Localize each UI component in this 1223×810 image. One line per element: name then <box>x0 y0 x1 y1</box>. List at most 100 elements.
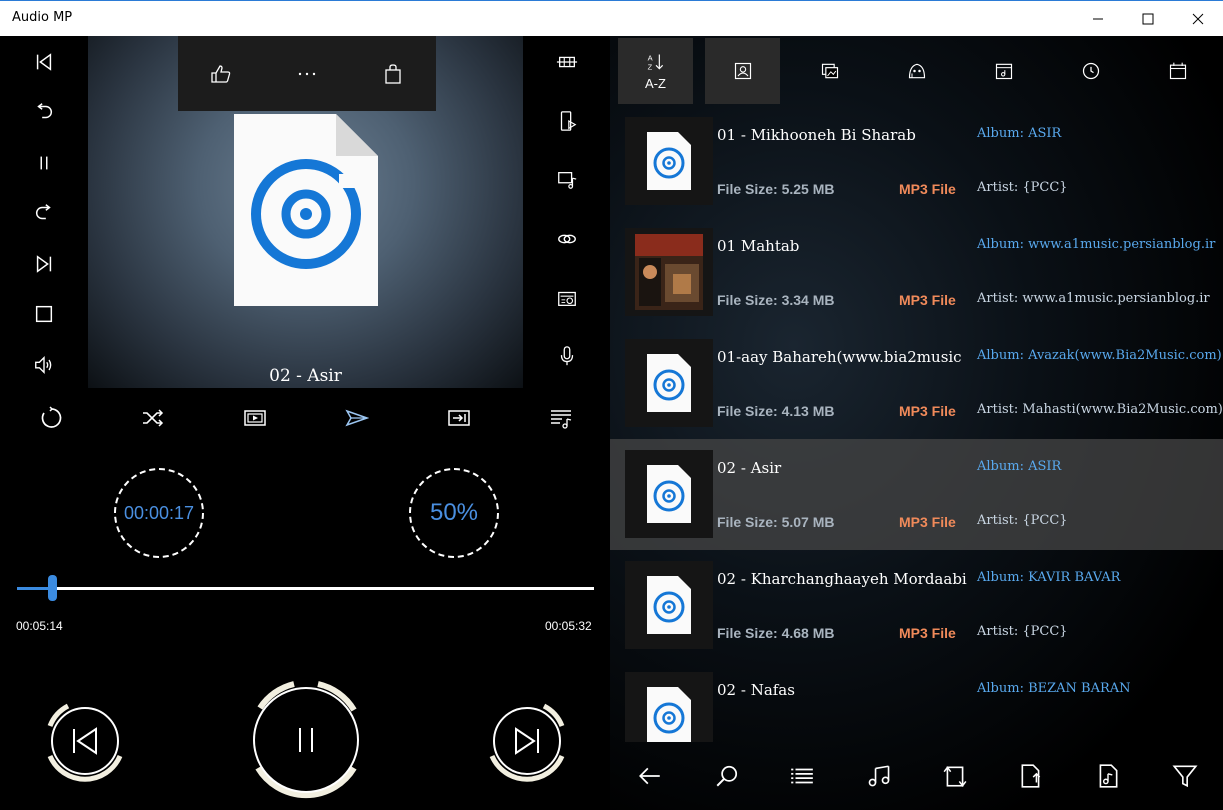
tab-genres[interactable] <box>879 38 954 104</box>
svg-text:Z: Z <box>647 62 652 71</box>
stop-button[interactable] <box>24 294 64 334</box>
volume-dial[interactable]: 50% <box>409 468 499 558</box>
maximize-button[interactable] <box>1123 1 1173 36</box>
track-name: 01 - Mikhooneh Bi Sharab <box>717 126 916 144</box>
list-icon <box>791 768 813 784</box>
next-track-button[interactable] <box>480 694 574 788</box>
genre-icon <box>908 63 925 79</box>
play-pause-button[interactable] <box>238 672 374 808</box>
track-album: Album: Avazak(www.Bia2Music.com) <box>977 348 1222 363</box>
send-button[interactable] <box>337 398 377 438</box>
microphone-button[interactable] <box>547 336 587 376</box>
more-options-button[interactable] <box>287 54 327 94</box>
track-name: 01 Mahtab <box>717 237 800 255</box>
list-view-button[interactable] <box>782 756 822 796</box>
skip-to-start-button[interactable] <box>24 42 64 82</box>
track-name: 02 - Nafas <box>717 681 795 699</box>
volume-button[interactable] <box>24 345 64 385</box>
sort-az-icon: AZ <box>647 53 663 71</box>
minimize-button[interactable] <box>1073 1 1123 36</box>
track-type: MP3 File <box>899 625 956 641</box>
track-name: 02 - Asir <box>717 459 782 477</box>
track-name: 01-aay Bahareh(www.bia2music <box>717 348 962 366</box>
music-video-icon <box>558 172 577 189</box>
tab-albums[interactable] <box>792 38 867 104</box>
music-button[interactable] <box>859 756 899 796</box>
pause-small-button[interactable] <box>24 143 64 183</box>
tab-artists[interactable] <box>705 38 780 104</box>
list-item-selected[interactable]: 02 - Asir File Size: 5.07 MB MP3 File Al… <box>610 439 1223 550</box>
next-track-icon <box>489 703 565 782</box>
cut-button[interactable] <box>547 42 587 82</box>
close-icon <box>1192 13 1204 24</box>
film-cut-icon <box>556 56 578 68</box>
album-cover-image <box>635 234 703 310</box>
repeat-button[interactable] <box>31 398 71 438</box>
list-item[interactable]: 01 Mahtab File Size: 3.34 MB MP3 File Al… <box>610 217 1223 328</box>
radio-icon <box>558 291 576 306</box>
list-item[interactable]: 01-aay Bahareh(www.bia2music File Size: … <box>610 328 1223 439</box>
window-title: Audio MP <box>12 10 73 25</box>
seek-bar[interactable] <box>17 575 594 601</box>
playback-options-row <box>0 396 610 440</box>
list-item[interactable]: 02 - Kharchanghaayeh Mordaabi File Size:… <box>610 550 1223 661</box>
search-button[interactable] <box>707 756 747 796</box>
track-artist: Artist: www.a1music.persianblog.ir <box>977 291 1210 306</box>
previous-track-icon <box>47 703 123 782</box>
audio-file-icon <box>647 687 691 742</box>
playlist-button[interactable] <box>541 398 581 438</box>
track-thumbnail <box>625 117 713 205</box>
track-size: File Size: 4.68 MB <box>717 625 835 641</box>
export-button[interactable] <box>1011 756 1051 796</box>
track-size: File Size: 4.13 MB <box>717 403 835 419</box>
tab-date[interactable] <box>1140 38 1215 104</box>
list-item[interactable]: 02 - Nafas Album: BEZAN BARAN <box>610 661 1223 742</box>
svg-text:A: A <box>647 53 652 62</box>
radio-button[interactable] <box>547 278 587 318</box>
filter-button[interactable] <box>1165 756 1205 796</box>
maximize-icon <box>1142 13 1154 24</box>
screen-arrow-icon <box>448 410 470 426</box>
redo-button[interactable] <box>24 193 64 233</box>
tab-folders[interactable] <box>966 38 1041 104</box>
track-thumbnail <box>625 561 713 649</box>
video-button[interactable] <box>235 398 275 438</box>
track-artist: Artist: {PCC} <box>977 624 1068 639</box>
tab-recent[interactable] <box>1053 38 1128 104</box>
device-play-button[interactable] <box>547 101 587 141</box>
skip-to-end-button[interactable] <box>24 244 64 284</box>
previous-track-button[interactable] <box>38 694 132 788</box>
cast-button[interactable] <box>439 398 479 438</box>
track-type: MP3 File <box>899 292 956 308</box>
track-artist: Artist: {PCC} <box>977 180 1068 195</box>
track-size: File Size: 5.25 MB <box>717 181 835 197</box>
import-button[interactable] <box>935 756 975 796</box>
pause-icon <box>40 156 48 170</box>
track-name: 02 - Kharchanghaayeh Mordaabi <box>717 570 967 588</box>
video-frame-icon <box>244 410 266 426</box>
track-album: Album: BEZAN BARAN <box>977 681 1131 696</box>
phone-play-icon <box>560 111 577 131</box>
speaker-icon <box>35 356 52 374</box>
tab-sort-az[interactable]: AZ A-Z <box>618 38 693 104</box>
save-playlist-button[interactable] <box>1088 756 1128 796</box>
skip-previous-icon <box>36 53 52 71</box>
close-button[interactable] <box>1173 1 1223 36</box>
link-button[interactable] <box>547 219 587 259</box>
track-cover-art <box>625 228 713 316</box>
seek-thumb[interactable] <box>47 575 57 601</box>
undo-button[interactable] <box>24 92 64 132</box>
current-time: 00:05:14 <box>16 619 63 633</box>
back-button[interactable] <box>630 756 670 796</box>
repeat-icon <box>41 406 62 428</box>
album-art-area: 02 - Asir <box>88 36 523 388</box>
music-video-button[interactable] <box>547 160 587 200</box>
send-icon <box>345 409 369 427</box>
clock-icon <box>1082 62 1099 80</box>
list-item[interactable]: 01 - Mikhooneh Bi Sharab File Size: 5.25… <box>610 106 1223 217</box>
store-button[interactable] <box>373 54 413 94</box>
like-button[interactable] <box>201 54 241 94</box>
left-toolbar <box>0 36 88 388</box>
shuffle-button[interactable] <box>133 398 173 438</box>
track-album: Album: ASIR <box>977 459 1062 474</box>
